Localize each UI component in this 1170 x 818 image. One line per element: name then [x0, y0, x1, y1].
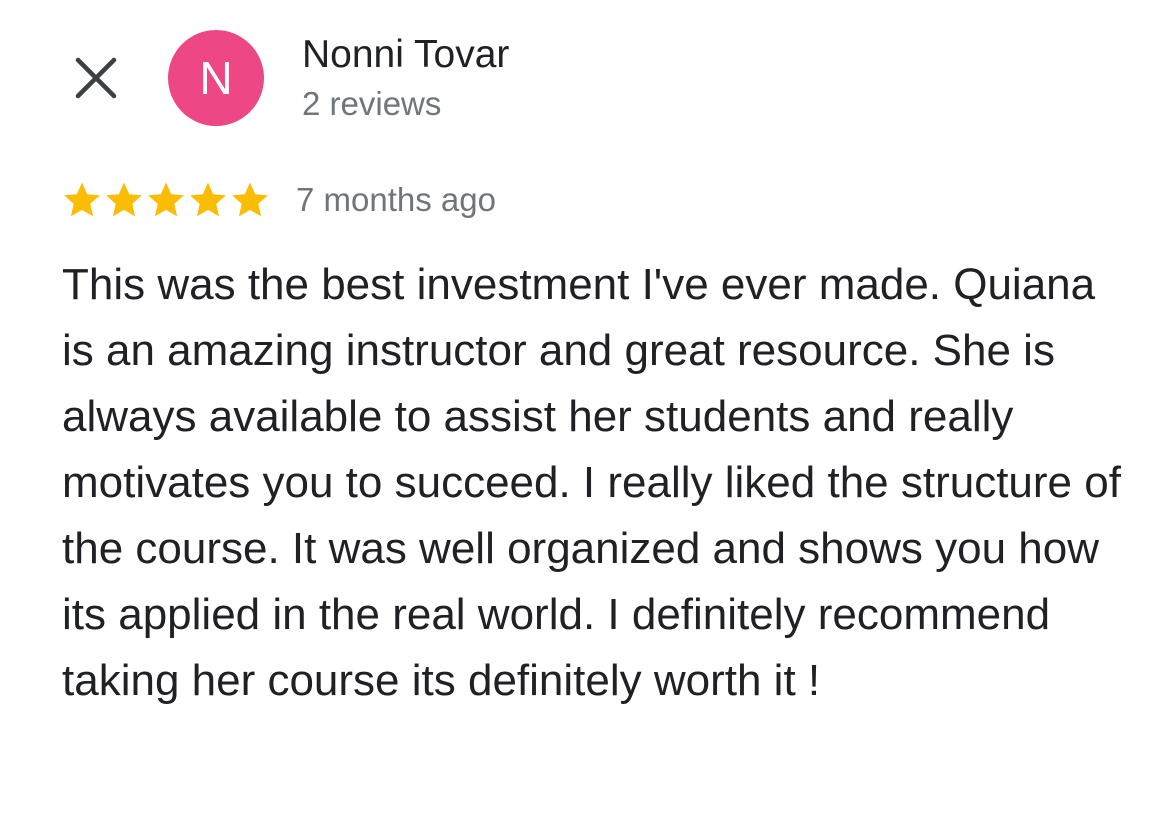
star-icon: [190, 182, 226, 217]
star-rating: [62, 180, 270, 220]
close-icon: [75, 57, 117, 99]
avatar[interactable]: N: [168, 30, 264, 126]
close-button[interactable]: [66, 48, 126, 108]
review-count: 2 reviews: [302, 85, 442, 122]
rating-row: 7 months ago: [62, 176, 496, 224]
reviewer-name[interactable]: Nonni Tovar: [302, 32, 509, 78]
star-icon: [232, 182, 268, 217]
review-text: This was the best investment I've ever m…: [62, 260, 1121, 705]
star-icon: [106, 182, 142, 217]
star-icon: [148, 182, 184, 217]
review-time: 7 months ago: [296, 181, 496, 218]
star-icon: [64, 182, 100, 217]
avatar-initial: N: [199, 52, 233, 104]
